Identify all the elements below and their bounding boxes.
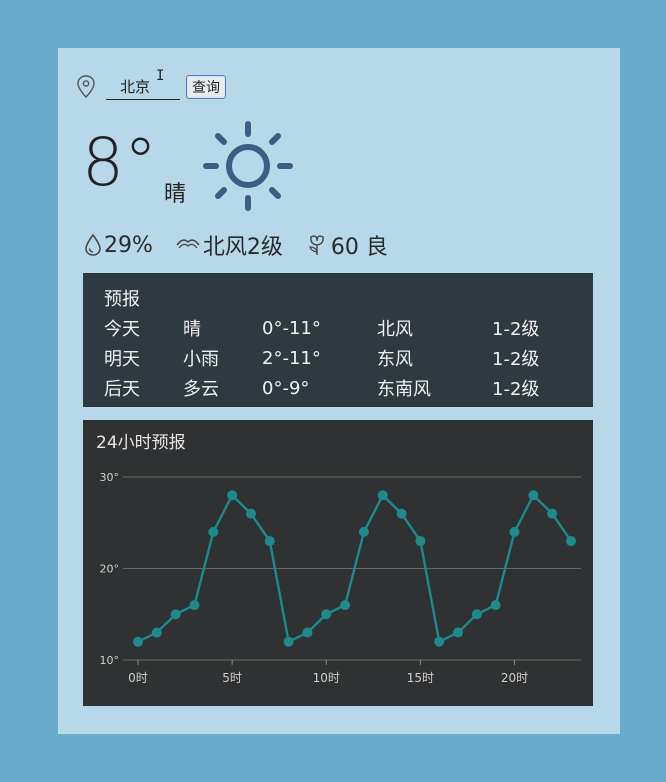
weather-card: 查询 I 8° 晴 29% 北风2: [58, 48, 620, 734]
data-point: [208, 526, 219, 537]
wind-value: 北风2级: [202, 235, 283, 260]
search-bar: 查询: [76, 70, 336, 104]
data-point: [453, 627, 464, 638]
aqi-stat: 60 良: [305, 229, 388, 261]
x-tick-label: 20时: [501, 671, 528, 685]
forecast-row: 今天 晴 0°-11° 北风 1-2级: [104, 313, 593, 343]
data-point: [358, 526, 369, 537]
x-tick-label: 0时: [128, 671, 148, 685]
aqi-value: 60 良: [330, 235, 388, 260]
data-point: [227, 490, 238, 501]
forecast-day: 后天: [104, 379, 140, 400]
forecast-condition: 小雨: [183, 349, 219, 370]
droplet-icon: [85, 233, 101, 256]
forecast-day: 明天: [104, 349, 140, 370]
forecast-title: 预报: [104, 289, 140, 310]
data-point: [264, 536, 275, 547]
data-point: [189, 600, 200, 611]
data-point: [566, 536, 576, 547]
hourly-forecast-panel: 24小时预报 10° 20° 30° 0时 5时 10时 15时 20时: [83, 420, 593, 706]
data-point: [377, 490, 388, 501]
wind-stat: 北风2级: [175, 229, 283, 261]
data-point: [490, 600, 501, 611]
data-point: [302, 627, 313, 638]
x-tick-label: 5时: [222, 671, 242, 685]
weather-stats: 29% 北风2级 60 良: [84, 230, 410, 260]
forecast-temp: 2°-11°: [262, 347, 321, 369]
data-point: [471, 609, 482, 620]
forecast-temp: 0°-9°: [262, 377, 310, 399]
query-button[interactable]: 查询: [186, 75, 226, 99]
forecast-day: 今天: [104, 319, 140, 340]
data-point: [283, 636, 294, 647]
forecast-wind: 北风: [377, 319, 413, 340]
location-pin-icon: [77, 75, 95, 98]
data-point: [415, 536, 426, 547]
data-point: [245, 508, 256, 519]
hourly-temperature-chart: 10° 20° 30° 0时 5时 10时 15时 20时: [100, 471, 581, 685]
forecast-wind-level: 1-2级: [492, 349, 540, 370]
forecast-wind-level: 1-2级: [492, 319, 540, 340]
humidity-value: 29%: [104, 232, 153, 258]
humidity-stat: 29%: [84, 233, 153, 258]
forecast-temp: 0°-11°: [262, 317, 321, 339]
data-point: [396, 508, 407, 519]
forecast-panel: 预报 今天 晴 0°-11° 北风 1-2级 明天 小雨 2°-11° 东风 1…: [83, 273, 593, 407]
sun-icon: [203, 121, 293, 211]
data-point: [170, 609, 181, 620]
data-point: [528, 490, 539, 501]
y-tick-label: 10°: [100, 654, 120, 667]
forecast-wind: 东风: [377, 349, 413, 370]
y-tick-label: 20°: [100, 563, 120, 576]
current-condition: 晴: [164, 182, 187, 207]
wind-icon: [176, 239, 200, 249]
data-point: [133, 636, 143, 647]
forecast-row: 明天 小雨 2°-11° 东风 1-2级: [104, 343, 593, 373]
data-point: [547, 508, 558, 519]
y-tick-label: 30°: [100, 471, 120, 484]
forecast-row: 后天 多云 0°-9° 东南风 1-2级: [104, 373, 593, 403]
forecast-condition: 多云: [183, 379, 219, 400]
forecast-wind: 东南风: [377, 379, 431, 400]
text-cursor-icon: I: [156, 68, 165, 84]
city-input[interactable]: [106, 74, 180, 100]
x-tick-label: 15时: [407, 671, 434, 685]
series-line: [137, 493, 572, 644]
data-point: [509, 526, 520, 537]
forecast-wind-level: 1-2级: [492, 379, 540, 400]
x-tick-label: 10时: [313, 671, 340, 685]
data-point: [340, 600, 351, 611]
forecast-condition: 晴: [183, 319, 201, 340]
current-temperature: 8°: [82, 124, 157, 201]
data-point: [321, 609, 332, 620]
data-point: [151, 627, 162, 638]
flower-icon: [309, 235, 324, 255]
data-point: [434, 636, 445, 647]
